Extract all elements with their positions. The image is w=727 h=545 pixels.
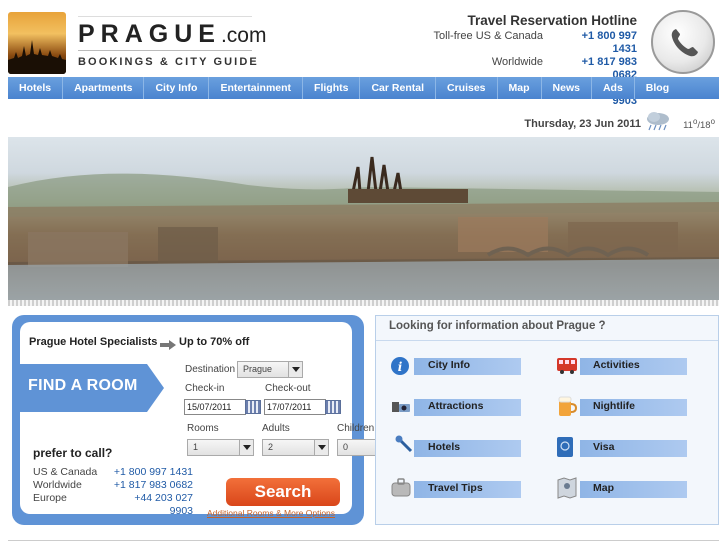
adults-value: 2 [268,442,274,452]
hotline-number[interactable]: +1 800 997 1431 [557,30,637,56]
hotline-title: Travel Reservation Hotline [467,13,637,28]
key-icon [394,434,416,456]
nav-flights[interactable]: Flights [303,77,361,99]
chevron-down-icon [314,440,328,455]
call-number[interactable]: +1 800 997 1431 [113,466,193,479]
page: PRAGUE.com BOOKINGS & CITY GUIDE Travel … [0,0,727,545]
chevron-down-icon [239,440,253,455]
adults-label: Adults [262,423,290,434]
nav-hotels[interactable]: Hotels [8,77,64,99]
nav-car-rental[interactable]: Car Rental [360,77,436,99]
info-panel-title: Looking for information about Prague ? [389,320,606,332]
footer-divider [8,540,719,541]
call-row: US & Canada +1 800 997 1431 [33,466,193,479]
logo-rule [78,50,252,51]
discount-offer: Up to 70% off [179,336,250,348]
calendar-icon[interactable] [245,400,261,414]
city-info-label: City Info [428,359,470,371]
call-row: Worldwide +1 817 983 0682 [33,479,193,492]
destination-label: Destination [185,364,236,375]
brand-tld: .com [220,24,267,47]
attractions-label: Attractions [428,400,484,412]
call-label: Worldwide [33,479,82,491]
adults-select[interactable]: 2 [262,439,329,456]
nav-entertainment[interactable]: Entertainment [209,77,304,99]
suitcase-icon [390,476,412,498]
destination-value: Prague [243,364,273,374]
nav-map[interactable]: Map [498,77,542,99]
children-value: 0 [343,442,349,452]
nightlife-label: Nightlife [593,400,635,412]
travel-tips-label: Travel Tips [428,482,483,494]
nav-apartments[interactable]: Apartments [63,77,145,99]
call-label: Europe [33,492,67,504]
passport-icon [556,436,578,458]
calendar-icon[interactable] [325,400,341,414]
rain-cloud-icon [645,110,671,137]
logo-rule-top [78,16,252,17]
map-label: Map [593,482,614,494]
hotline-row: Toll-free US & Canada +1 800 997 1431 [434,30,637,56]
call-number[interactable]: +1 817 983 0682 [113,479,193,492]
rooms-value: 1 [193,442,199,452]
visa-label: Visa [593,441,615,453]
call-label: US & Canada [33,466,98,478]
brand-tagline: BOOKINGS & CITY GUIDE [78,56,259,68]
checkout-label: Check-out [265,383,311,394]
info-icon: i [390,356,412,378]
call-row: Europe +44 203 027 9903 [33,492,193,518]
prague-panorama-banner [8,137,719,300]
checkout-input[interactable]: 17/07/2011 [264,399,326,415]
nav-city-info[interactable]: City Info [144,77,210,99]
nav-cruises[interactable]: Cruises [436,77,498,99]
children-label: Children [337,423,375,434]
call-number[interactable]: +44 203 027 9903 [113,492,193,518]
prefer-call-heading: prefer to call? [33,446,113,460]
destination-select[interactable]: Prague [237,361,303,378]
specialists-heading: Prague Hotel Specialists [29,336,158,348]
hotline-label: Toll-free US & Canada [433,30,543,42]
telephone-icon [651,10,715,74]
chevron-down-icon [288,362,302,377]
degree-sign: o [710,117,715,126]
temp-high: 18 [700,120,711,132]
rooms-label: Rooms [187,423,219,434]
temp-low: 11 [683,120,693,132]
prague-castle-logo-image[interactable] [8,12,66,74]
checkin-label: Check-in [185,383,225,394]
nav-news[interactable]: News [542,77,592,99]
main-nav: Hotels Apartments City Info Entertainmen… [8,77,719,99]
temperature: 11o/18o [683,117,715,131]
info-title-divider [376,340,718,341]
call-numbers: US & Canada +1 800 997 1431 Worldwide +1… [33,466,193,518]
arrow-right-icon [160,337,176,355]
more-options-link[interactable]: Additional Rooms & More Options [207,508,335,518]
rooms-select[interactable]: 1 [187,439,254,456]
current-date: Thursday, 23 Jun 2011 [524,118,641,130]
nav-ads[interactable]: Ads [592,77,635,99]
checkin-input[interactable]: 15/07/2011 [184,399,246,415]
beer-icon [556,394,578,416]
map-icon [556,476,578,499]
bus-icon [556,354,578,376]
brand-title: PRAGUE [78,20,221,48]
brand-name[interactable]: PRAGUE.com [78,20,266,49]
search-button[interactable]: Search [226,478,340,506]
banner-divider [8,300,719,306]
hotels-label: Hotels [428,441,461,453]
nav-blog[interactable]: Blog [635,77,680,99]
find-room-title: FIND A ROOM [28,377,138,394]
svg-text:i: i [398,360,403,374]
activities-label: Activities [593,359,640,371]
camera-icon [390,396,412,418]
